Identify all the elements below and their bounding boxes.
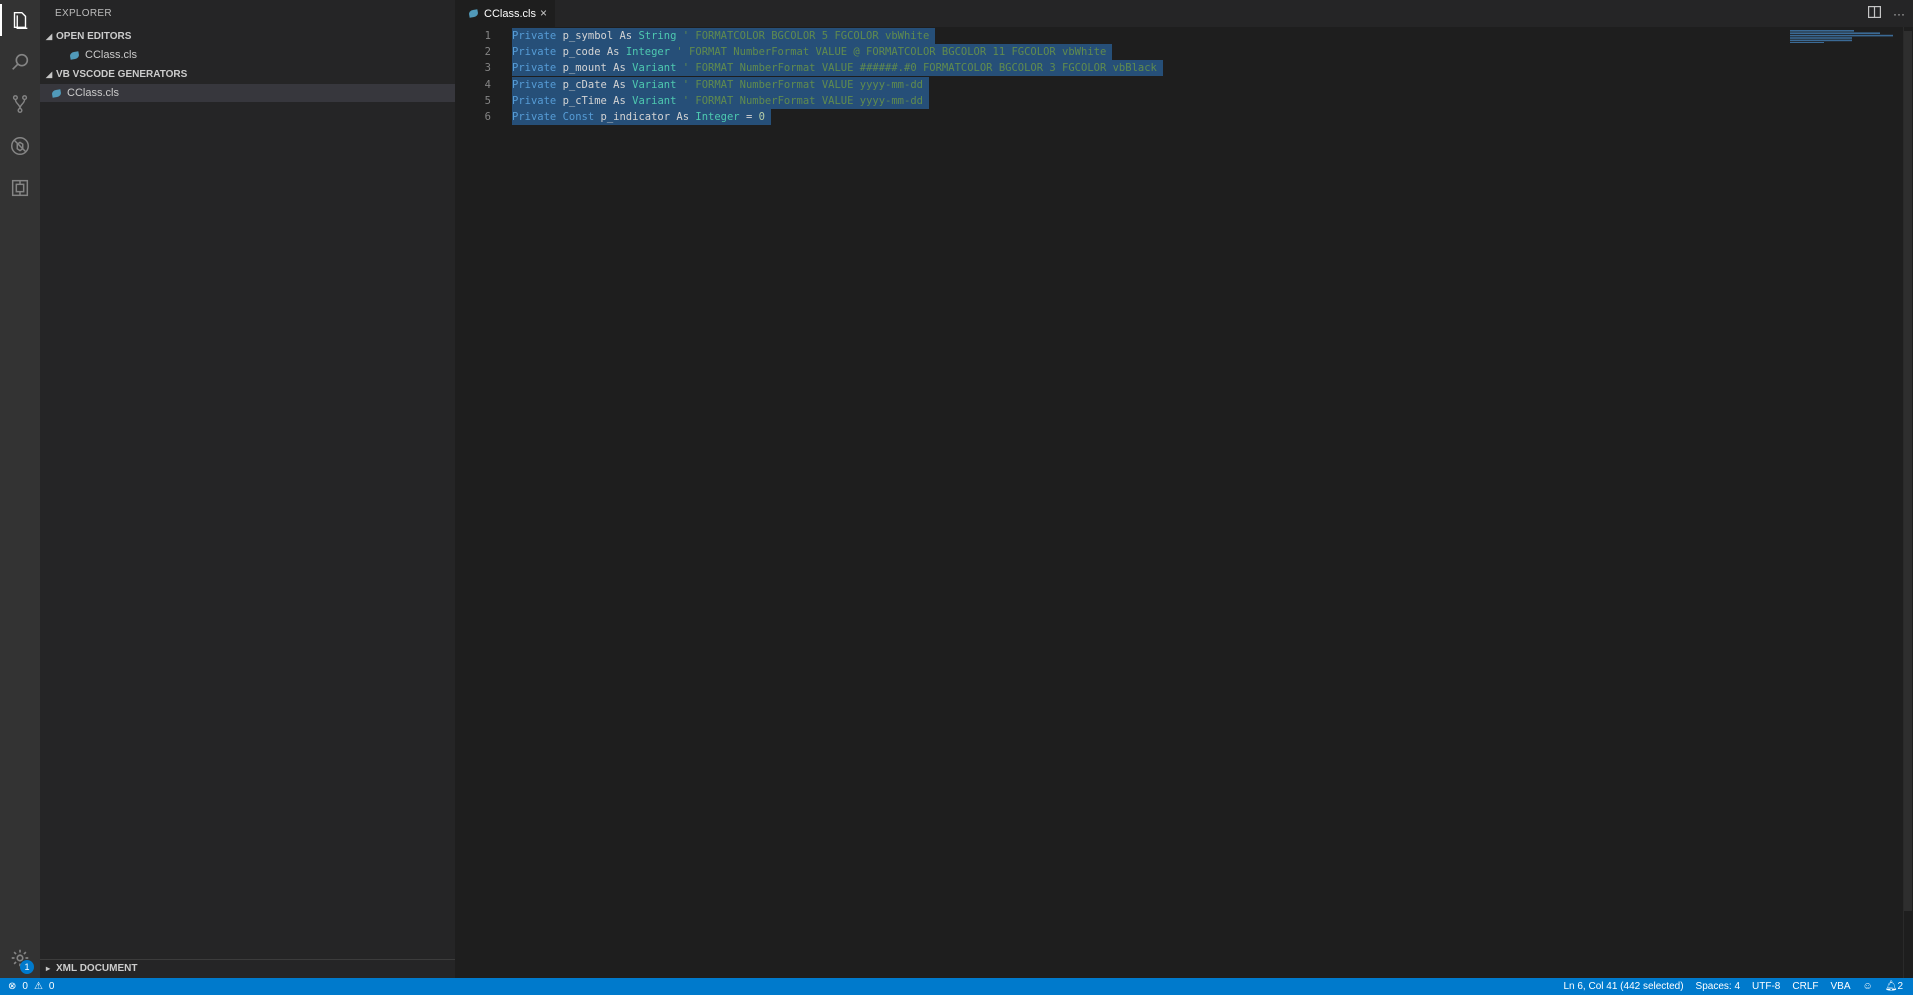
code-token: Const bbox=[562, 111, 595, 123]
minimap[interactable] bbox=[1790, 29, 1895, 43]
code-token: p_cTime bbox=[556, 94, 614, 107]
line-number: 5 bbox=[484, 94, 491, 107]
notifications[interactable]: 🔔︎2 bbox=[1885, 981, 1903, 992]
open-editors-header[interactable]: ◢ OPEN EDITORS bbox=[40, 28, 455, 46]
code-token: Private bbox=[512, 94, 557, 107]
end-of-line[interactable]: CRLF bbox=[1792, 981, 1818, 992]
code-token: Variant bbox=[632, 62, 677, 75]
code-token: Private bbox=[512, 62, 557, 75]
source-control-icon[interactable] bbox=[0, 84, 40, 124]
code-token: Private bbox=[512, 111, 557, 123]
open-editor-filename: CClass.cls bbox=[85, 49, 137, 61]
language-mode[interactable]: VBA bbox=[1831, 981, 1851, 992]
code-text: Private Const p_indicator As Integer = 0 bbox=[512, 109, 771, 125]
bell-icon: 🔔︎ bbox=[1884, 981, 1898, 992]
code-token: p_cDate bbox=[556, 78, 614, 91]
vertical-scrollbar[interactable] bbox=[1903, 27, 1913, 978]
xml-document-section[interactable]: ▸ XML DOCUMENT bbox=[40, 959, 455, 978]
encoding[interactable]: UTF-8 bbox=[1752, 981, 1780, 992]
debug-icon[interactable] bbox=[0, 126, 40, 166]
line-number: 3 bbox=[484, 62, 491, 75]
code-text: Private p_symbol As String ' FORMATCOLOR… bbox=[512, 28, 936, 44]
explorer-sidebar: EXPLORER ◢ OPEN EDITORS CClass.cls ◢ VB … bbox=[40, 0, 455, 978]
line-number: 2 bbox=[484, 46, 491, 59]
code-token: String bbox=[638, 30, 677, 42]
feedback-smiley-icon[interactable]: ☺ bbox=[1863, 981, 1873, 992]
error-count[interactable]: 0 bbox=[22, 981, 28, 992]
open-editor-item[interactable]: CClass.cls bbox=[40, 46, 455, 64]
code-token: ' FORMAT NumberFormat VALUE yyyy-mm-dd bbox=[676, 94, 923, 107]
folder-file-item[interactable]: CClass.cls bbox=[40, 84, 455, 102]
status-bar: ⊗ 0 ⚠ 0 Ln 6, Col 41 (442 selected) Spac… bbox=[0, 978, 1913, 995]
errors-icon[interactable]: ⊗ bbox=[8, 981, 16, 992]
code-token: 0 bbox=[758, 111, 765, 123]
code-token: ' FORMAT NumberFormat VALUE ######.#0 FO… bbox=[676, 62, 1157, 75]
editor-actions: ··· bbox=[1868, 0, 1905, 27]
code-token: Private bbox=[512, 78, 557, 91]
tab-cclass[interactable]: CClass.cls × bbox=[455, 0, 555, 27]
code-text: Private p_cTime As Variant ' FORMAT Numb… bbox=[512, 92, 929, 109]
code-editor[interactable]: 1 Private p_symbol As String ' FORMATCOLO… bbox=[455, 27, 1913, 978]
search-icon[interactable] bbox=[0, 42, 40, 82]
vb-file-icon bbox=[469, 10, 478, 17]
xml-document-label: XML DOCUMENT bbox=[56, 963, 138, 974]
code-token: p_indicator bbox=[594, 111, 677, 123]
warning-icon[interactable]: ⚠ bbox=[34, 981, 43, 992]
code-token: ' FORMAT NumberFormat VALUE yyyy-mm-dd bbox=[676, 78, 923, 91]
line-number: 6 bbox=[484, 111, 491, 123]
sidebar-title: EXPLORER bbox=[55, 8, 112, 19]
line-number: 1 bbox=[484, 30, 491, 42]
activity-bar: 1 bbox=[0, 0, 40, 978]
code-text: Private p_code As Integer ' FORMAT Numbe… bbox=[512, 44, 1113, 61]
chevron-down-icon: ◢ bbox=[46, 32, 53, 41]
folder-filename: CClass.cls bbox=[67, 87, 119, 99]
warning-count[interactable]: 0 bbox=[49, 981, 55, 992]
line-number: 4 bbox=[484, 78, 491, 91]
code-token: ' FORMATCOLOR BGCOLOR 5 FGCOLOR vbWhite bbox=[676, 30, 930, 42]
folder-header[interactable]: ◢ VB VSCODE GENERATORS bbox=[40, 66, 455, 84]
code-text: Private p_cDate As Variant ' FORMAT Numb… bbox=[512, 76, 929, 93]
code-text: Private p_mount As Variant ' FORMAT Numb… bbox=[512, 60, 1163, 77]
code-token: p_mount bbox=[556, 62, 614, 75]
editor-tab-bar: CClass.cls × ··· bbox=[455, 0, 1913, 27]
code-token: Private bbox=[512, 46, 557, 59]
vb-file-icon bbox=[52, 90, 61, 97]
code-token: Private bbox=[512, 30, 557, 42]
close-icon[interactable]: × bbox=[540, 6, 547, 20]
code-token: As bbox=[613, 62, 626, 75]
more-actions-icon[interactable]: ··· bbox=[1893, 7, 1905, 21]
code-token: Variant bbox=[632, 78, 677, 91]
code-token: = bbox=[739, 111, 759, 123]
chevron-down-icon: ◢ bbox=[46, 70, 53, 79]
code-token: Variant bbox=[632, 94, 677, 107]
split-editor-icon[interactable] bbox=[1868, 6, 1882, 21]
scrollbar-thumb[interactable] bbox=[1904, 31, 1912, 911]
code-token: ' FORMAT NumberFormat VALUE @ FORMATCOLO… bbox=[670, 46, 1107, 59]
cursor-position[interactable]: Ln 6, Col 41 (442 selected) bbox=[1563, 981, 1683, 992]
vb-file-icon bbox=[70, 52, 79, 59]
code-token: As bbox=[613, 78, 626, 91]
extensions-icon[interactable] bbox=[0, 168, 40, 208]
gear-icon[interactable]: 1 bbox=[0, 938, 40, 978]
folder-label: VB VSCODE GENERATORS bbox=[56, 69, 188, 80]
code-token: p_code bbox=[556, 46, 607, 59]
code-token: Integer bbox=[695, 111, 740, 123]
open-editors-label: OPEN EDITORS bbox=[56, 31, 132, 42]
indentation[interactable]: Spaces: 4 bbox=[1696, 981, 1740, 992]
code-token: As bbox=[676, 111, 690, 123]
files-icon[interactable] bbox=[0, 0, 40, 40]
code-token: As bbox=[619, 30, 633, 42]
chevron-right-icon: ▸ bbox=[46, 964, 51, 973]
notification-count: 2 bbox=[1897, 981, 1903, 992]
code-token: As bbox=[606, 46, 620, 59]
tab-label: CClass.cls bbox=[484, 7, 536, 20]
code-token: As bbox=[613, 94, 626, 107]
code-token: p_symbol bbox=[556, 30, 620, 42]
code-token: Integer bbox=[625, 46, 671, 59]
settings-badge: 1 bbox=[20, 960, 34, 974]
